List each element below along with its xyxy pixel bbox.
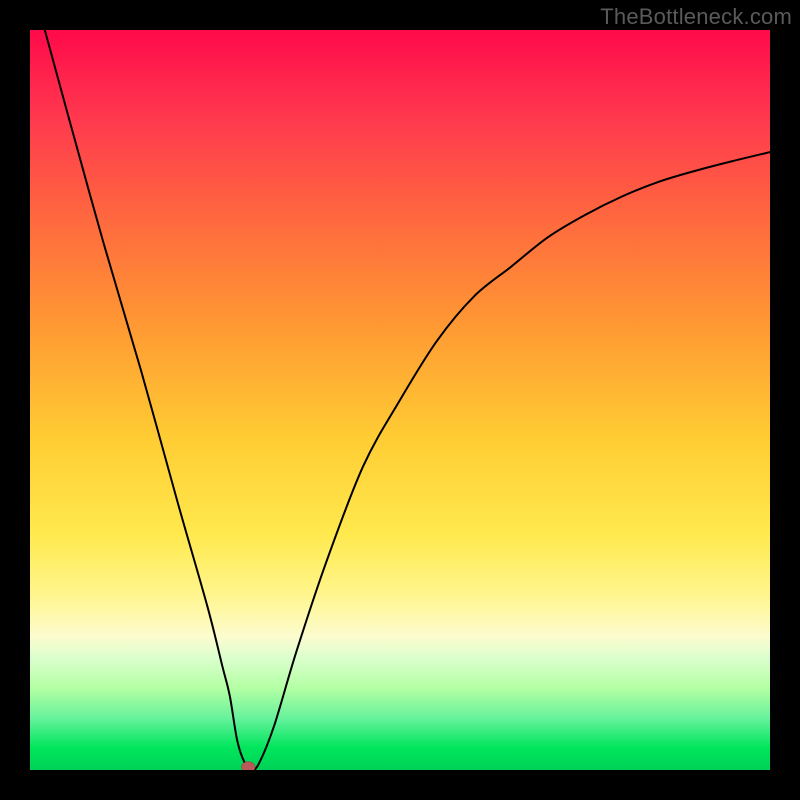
bottleneck-curve [45,30,770,770]
attribution-label: TheBottleneck.com [600,4,792,30]
curve-svg [30,30,770,770]
min-marker [241,762,255,771]
plot-area [30,30,770,770]
chart-stage: TheBottleneck.com [0,0,800,800]
